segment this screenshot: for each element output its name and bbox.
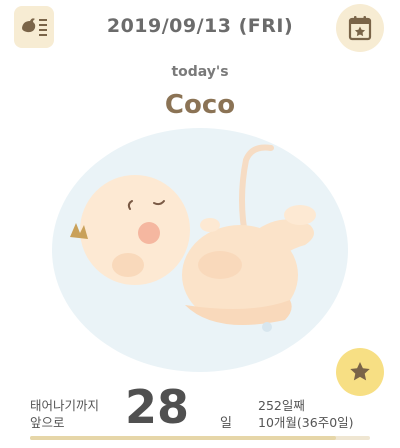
calendar-button[interactable] — [336, 4, 384, 52]
until-birth-label: 태어나기까지 앞으로 — [30, 397, 99, 431]
week-info: 10개월(36주0일) — [258, 415, 354, 430]
until-line-1: 태어나기까지 — [30, 398, 100, 413]
progress-bar-fill — [30, 436, 336, 440]
until-line-2: 앞으로 — [30, 415, 65, 430]
day-count: 252일째 — [258, 398, 305, 413]
pregnancy-info: 252일째 10개월(36주0일) — [258, 397, 354, 431]
star-icon — [350, 362, 370, 381]
baby-name: Coco — [164, 90, 236, 120]
calendar-star-icon — [348, 16, 372, 41]
days-remaining: 28 — [125, 380, 190, 434]
todays-label: today's — [171, 64, 229, 80]
favorite-button[interactable] — [336, 348, 384, 396]
progress-bar — [30, 436, 370, 440]
days-unit: 일 — [220, 416, 232, 431]
fetus-illustration — [52, 128, 348, 372]
